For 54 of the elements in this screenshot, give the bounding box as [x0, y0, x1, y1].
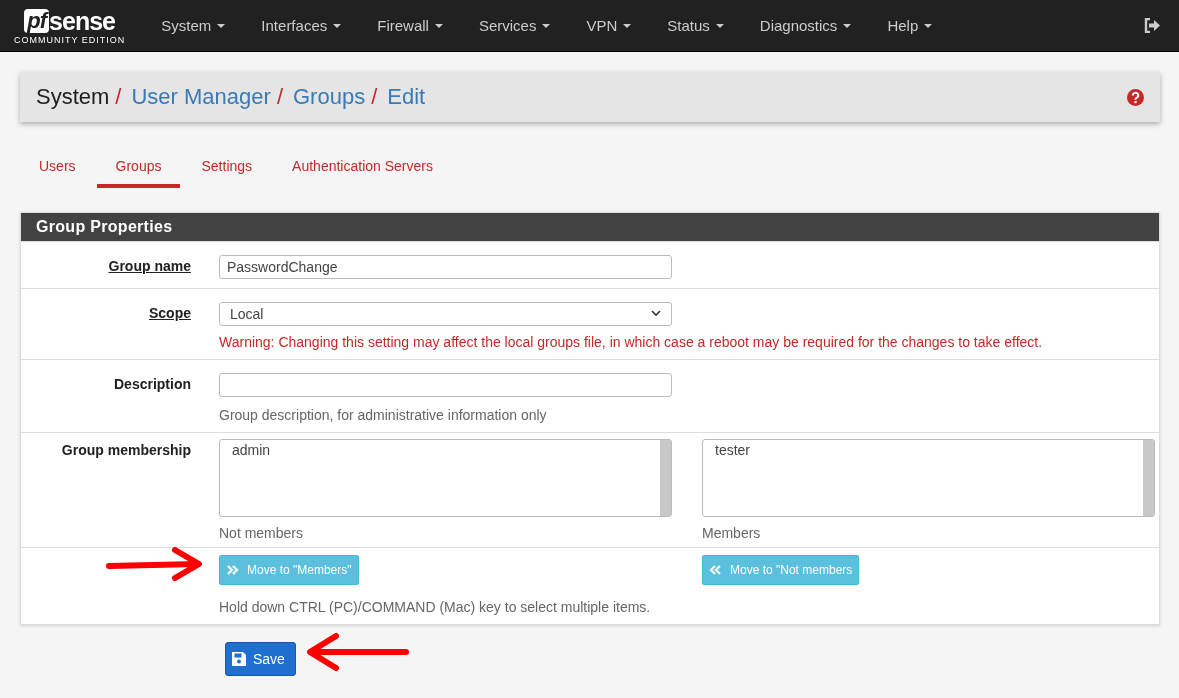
tab[interactable]: Authentication Servers — [273, 148, 452, 188]
nav-menu[interactable]: System — [143, 17, 244, 34]
field-label: Scope — [149, 304, 191, 323]
edition-label: COMMUNITY EDITION — [14, 34, 126, 45]
breadcrumb-link[interactable]: Edit — [387, 84, 426, 110]
nav-menu[interactable]: Diagnostics — [741, 17, 870, 34]
list-box[interactable]: tester — [702, 439, 1155, 517]
breadcrumb-separator: / — [276, 84, 283, 110]
breadcrumb-separator: / — [371, 84, 378, 110]
help-text: Group description, for administrative information only — [219, 407, 548, 423]
logo-text: sense — [49, 8, 115, 33]
list-caption: Members — [702, 525, 762, 541]
tab[interactable]: Settings — [182, 148, 272, 188]
list-option[interactable]: admin — [232, 442, 659, 458]
caret-icon — [623, 23, 632, 28]
nav-menu[interactable]: Firewall — [359, 17, 461, 34]
caret-icon — [333, 23, 342, 28]
nav-menu[interactable]: Status — [649, 17, 742, 34]
field-label: Group name — [108, 257, 191, 276]
breadcrumb-separator: / — [115, 84, 122, 110]
panel-title: Group Properties — [21, 213, 1159, 241]
caret-icon — [924, 23, 933, 28]
logo-mark: pf — [24, 8, 50, 33]
scrollbar[interactable] — [1143, 440, 1154, 516]
caret-icon — [715, 23, 724, 28]
field-label: Group membership — [61, 441, 191, 460]
list-option[interactable]: tester — [715, 442, 1142, 458]
caret-icon — [843, 23, 852, 28]
select-field[interactable]: Local — [219, 302, 672, 326]
nav-menu[interactable]: Interfaces — [243, 17, 360, 34]
scrollbar[interactable] — [660, 440, 671, 516]
text-field[interactable] — [219, 373, 672, 397]
help-text: Hold down CTRL (PC)/COMMAND (Mac) key to select multiple items. — [219, 599, 652, 615]
nav-menu[interactable]: Services — [460, 17, 569, 34]
tab[interactable]: Users — [20, 148, 95, 188]
nav-menu[interactable]: Help — [869, 17, 951, 34]
nav-menu[interactable]: VPN — [568, 17, 650, 34]
double-chevron-right-icon — [226, 564, 240, 576]
tab[interactable]: Groups — [96, 148, 181, 188]
double-chevron-left-icon — [709, 564, 723, 576]
logout-icon[interactable] — [1144, 18, 1161, 33]
breadcrumb-link[interactable]: Groups — [293, 84, 366, 110]
caret-icon — [542, 23, 551, 28]
list-box[interactable]: admin — [219, 439, 672, 517]
caret-icon — [434, 23, 443, 28]
field-label: Description — [114, 375, 191, 394]
breadcrumb-text: System — [36, 84, 110, 110]
breadcrumb-link[interactable]: User Manager — [131, 84, 271, 110]
caret-icon — [217, 23, 226, 28]
text-field[interactable]: PasswordChange — [219, 255, 672, 279]
warning-text: Warning: Changing this setting may affect the local groups file, in which case a reboot may be required for the changes to take effect. — [219, 334, 1044, 350]
help-icon[interactable] — [1127, 88, 1144, 106]
save-button[interactable]: Save — [225, 642, 296, 676]
list-caption: Not members — [219, 525, 305, 541]
